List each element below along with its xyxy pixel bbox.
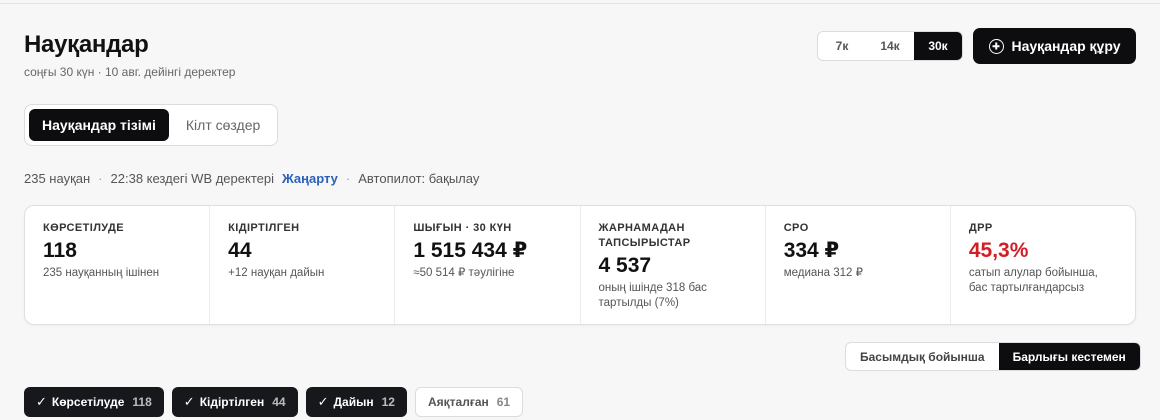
filter-chip-showing[interactable]: ✓ Көрсетілуде 118 <box>24 387 164 417</box>
plus-circle-icon <box>988 38 1004 54</box>
metric-value: 45,3% <box>968 239 1029 262</box>
metric-label: ЖАРНАМАДАН ТАПСЫРЫСТАР <box>598 222 691 249</box>
filter-chip-label: Көрсетілуде <box>51 395 125 409</box>
metric-drr: ДРР 45,3% сатып алулар бойынша, бас тарт… <box>951 206 1135 324</box>
metric-label: CPO <box>783 222 809 234</box>
metric-sub: оның ішінде 318 бас тартылды (7%) <box>598 282 707 309</box>
page-subtitle: соңғы 30 күн · 10 авг. дейінгі деректер <box>24 65 236 79</box>
check-icon: ✓ <box>36 394 47 409</box>
metric-value: 44 <box>228 239 252 262</box>
metric-sub: сатып алулар бойынша, бас тартылғандарсы… <box>968 267 1098 294</box>
metric-cpo: CPO 334 ₽ медиана 312 ₽ <box>766 206 951 324</box>
metric-label: КІДІРТІЛГЕН <box>228 222 300 234</box>
metric-spend: ШЫҒЫН · 30 КҮН 1 515 434 ₽ ≈50 514 ₽ тәу… <box>395 206 581 324</box>
metric-value: 334 ₽ <box>783 239 840 262</box>
metric-showing: КӨРСЕТІЛУДЕ 118 235 науқанның ішінен <box>25 206 211 324</box>
filter-chip-label: Аяқталған <box>427 395 489 409</box>
metric-sub: ≈50 514 ₽ тәулігіне <box>413 267 515 279</box>
period-14d-button[interactable]: 14к <box>866 32 914 60</box>
tab-campaign-list[interactable]: Науқандар тізімі <box>29 109 169 141</box>
data-timestamp: 22:38 кездегі WB деректері <box>110 171 274 186</box>
create-campaign-label: Науқандар құру <box>1011 38 1121 54</box>
metric-label: ДРР <box>968 222 993 234</box>
metrics-card: КӨРСЕТІЛУДЕ 118 235 науқанның ішінен КІД… <box>24 205 1136 325</box>
filter-chip-ready[interactable]: ✓ Дайын 12 <box>305 387 407 417</box>
metric-sub: 235 науқанның ішінен <box>43 267 160 279</box>
period-30d-button[interactable]: 30к <box>914 32 962 60</box>
status-filters: ✓ Көрсетілуде 118 ✓ Кідіртілген 44 ✓ Дай… <box>24 387 524 417</box>
view-all-table-button[interactable]: Барлығы кестемен <box>998 343 1140 370</box>
separator-dot: · <box>98 171 103 186</box>
separator-dot: · <box>345 171 351 186</box>
check-icon: ✓ <box>317 394 329 409</box>
metric-value: 118 <box>43 239 77 262</box>
period-toggle: 7к 14к 30к <box>817 31 963 61</box>
status-line: 235 науқан · 22:38 кездегі WB деректері … <box>24 171 479 186</box>
filter-chip-paused[interactable]: ✓ Кідіртілген 44 <box>171 387 298 417</box>
filter-chip-count: 61 <box>496 395 511 409</box>
filter-chip-label: Кідіртілген <box>199 395 265 409</box>
campaign-count: 235 науқан <box>24 171 91 186</box>
page-title: Науқандар <box>24 31 149 58</box>
metric-value: 4 537 <box>598 254 652 277</box>
metric-sub: медиана 312 ₽ <box>783 267 863 279</box>
autopilot-status: Автопилот: бақылау <box>358 171 480 186</box>
metric-ad-orders: ЖАРНАМАДАН ТАПСЫРЫСТАР 4 537 оның ішінде… <box>581 206 766 324</box>
tab-keywords[interactable]: Кілт сөздер <box>173 109 273 141</box>
filter-chip-label: Дайын <box>333 395 374 409</box>
main-tabs: Науқандар тізімі Кілт сөздер <box>24 104 279 146</box>
filter-chip-count: 118 <box>132 395 152 409</box>
refresh-link[interactable]: Жаңарту <box>282 171 338 186</box>
view-by-priority-button[interactable]: Басымдық бойынша <box>846 343 999 370</box>
filter-chip-count: 12 <box>381 395 395 409</box>
metric-value: 1 515 434 ₽ <box>413 239 528 262</box>
metric-label: ШЫҒЫН · 30 КҮН <box>413 222 512 234</box>
period-7d-button[interactable]: 7к <box>818 32 866 60</box>
top-divider <box>0 3 1160 4</box>
filter-chip-count: 44 <box>272 395 286 409</box>
metric-sub: +12 науқан дайын <box>228 267 325 279</box>
check-icon: ✓ <box>183 394 195 409</box>
view-toggle: Басымдық бойынша Барлығы кестемен <box>845 342 1141 371</box>
filter-chip-finished[interactable]: Аяқталған 61 <box>414 387 524 417</box>
create-campaign-button[interactable]: Науқандар құру <box>973 28 1136 64</box>
metric-paused: КІДІРТІЛГЕН 44 +12 науқан дайын <box>210 206 396 324</box>
metric-label: КӨРСЕТІЛУДЕ <box>43 222 124 234</box>
